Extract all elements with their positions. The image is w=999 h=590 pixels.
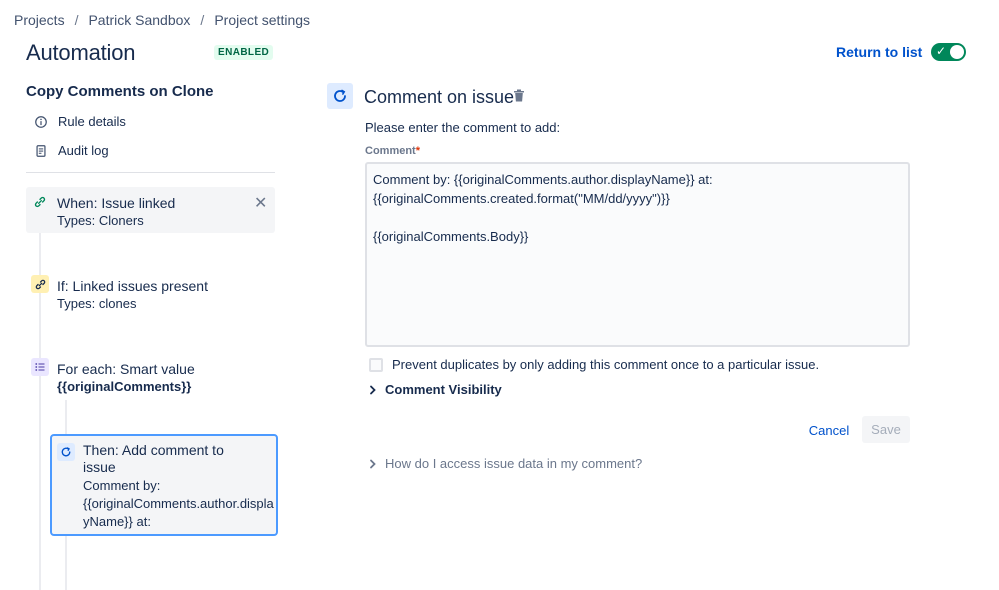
document-icon <box>36 144 46 157</box>
prevent-duplicates-checkbox[interactable] <box>369 357 383 372</box>
comment-visibility-expander[interactable]: Comment Visibility <box>369 382 502 397</box>
check-icon: ✓ <box>936 44 947 58</box>
link-icon <box>31 193 49 211</box>
comment-refresh-icon <box>327 83 353 109</box>
trash-icon[interactable] <box>513 89 525 107</box>
breadcrumb-separator: / <box>200 12 205 28</box>
breadcrumb: Projects / Patrick Sandbox / Project set… <box>14 12 310 28</box>
help-label: How do I access issue data in my comment… <box>385 456 643 471</box>
return-to-list-link[interactable]: Return to list <box>836 44 922 60</box>
comment-prompt: Please enter the comment to add: <box>365 120 561 135</box>
sidebar-item-label: Rule details <box>58 114 126 129</box>
breadcrumb-project[interactable]: Patrick Sandbox <box>88 12 190 28</box>
action-step-subtitle-line2: {{originalComments.author.displa <box>83 496 274 511</box>
comment-visibility-label: Comment Visibility <box>385 382 502 397</box>
sidebar-divider <box>26 172 275 173</box>
toggle-knob <box>950 45 964 59</box>
breadcrumb-project-settings[interactable]: Project settings <box>214 12 310 28</box>
rule-name: Copy Comments on Clone <box>26 83 214 100</box>
sidebar-item-audit-log[interactable]: Audit log <box>34 143 109 158</box>
branch-step-card[interactable]: For each: Smart value {{originalComments… <box>26 353 275 399</box>
action-title: Comment on issue <box>364 87 515 107</box>
condition-step-card[interactable]: If: Linked issues present Types: clones <box>26 270 275 316</box>
branch-step-title: For each: Smart value <box>57 361 195 377</box>
link-icon <box>31 275 49 293</box>
chevron-right-icon <box>370 385 376 394</box>
action-step-subtitle-line3: yName}} at: <box>83 514 151 529</box>
page-title: Automation <box>26 40 136 65</box>
cancel-button[interactable]: Cancel <box>800 417 858 443</box>
comment-field-label: Comment* <box>365 145 420 157</box>
sidebar-item-rule-details[interactable]: Rule details <box>34 114 126 129</box>
info-icon <box>35 115 47 128</box>
help-expander[interactable]: How do I access issue data in my comment… <box>369 456 642 471</box>
trigger-step-subtitle: Types: Cloners <box>57 213 144 228</box>
breadcrumb-separator: / <box>74 12 79 28</box>
condition-step-title: If: Linked issues present <box>57 278 208 294</box>
rule-enabled-toggle[interactable]: ✓ <box>931 43 966 61</box>
sidebar-item-label: Audit log <box>58 143 109 158</box>
action-step-title-line2: issue <box>83 459 116 475</box>
required-marker: * <box>415 145 421 157</box>
trigger-step-card[interactable]: When: Issue linked Types: Cloners <box>26 187 275 233</box>
prevent-duplicates-label: Prevent duplicates by only adding this c… <box>392 357 820 372</box>
save-button[interactable]: Save <box>862 416 910 443</box>
close-icon[interactable]: ✕ <box>254 193 267 213</box>
condition-step-subtitle: Types: clones <box>57 296 137 311</box>
action-step-subtitle-line1: Comment by: <box>83 478 161 493</box>
action-step-card[interactable]: Then: Add comment to issue Comment by: {… <box>50 434 278 536</box>
comment-refresh-icon <box>57 443 75 461</box>
trigger-step-title: When: Issue linked <box>57 195 176 211</box>
branch-step-subtitle: {{originalComments}} <box>57 379 192 394</box>
prevent-duplicates-row: Prevent duplicates by only adding this c… <box>369 357 819 372</box>
list-icon <box>31 358 49 376</box>
comment-textarea[interactable]: Comment by: {{originalComments.author.di… <box>365 162 910 347</box>
rule-flow-line <box>39 210 41 590</box>
status-badge: ENABLED <box>214 45 274 60</box>
comment-label-text: Comment <box>365 145 416 157</box>
action-step-title-line1: Then: Add comment to <box>83 442 224 458</box>
breadcrumb-projects[interactable]: Projects <box>14 12 65 28</box>
chevron-right-icon <box>370 459 376 468</box>
